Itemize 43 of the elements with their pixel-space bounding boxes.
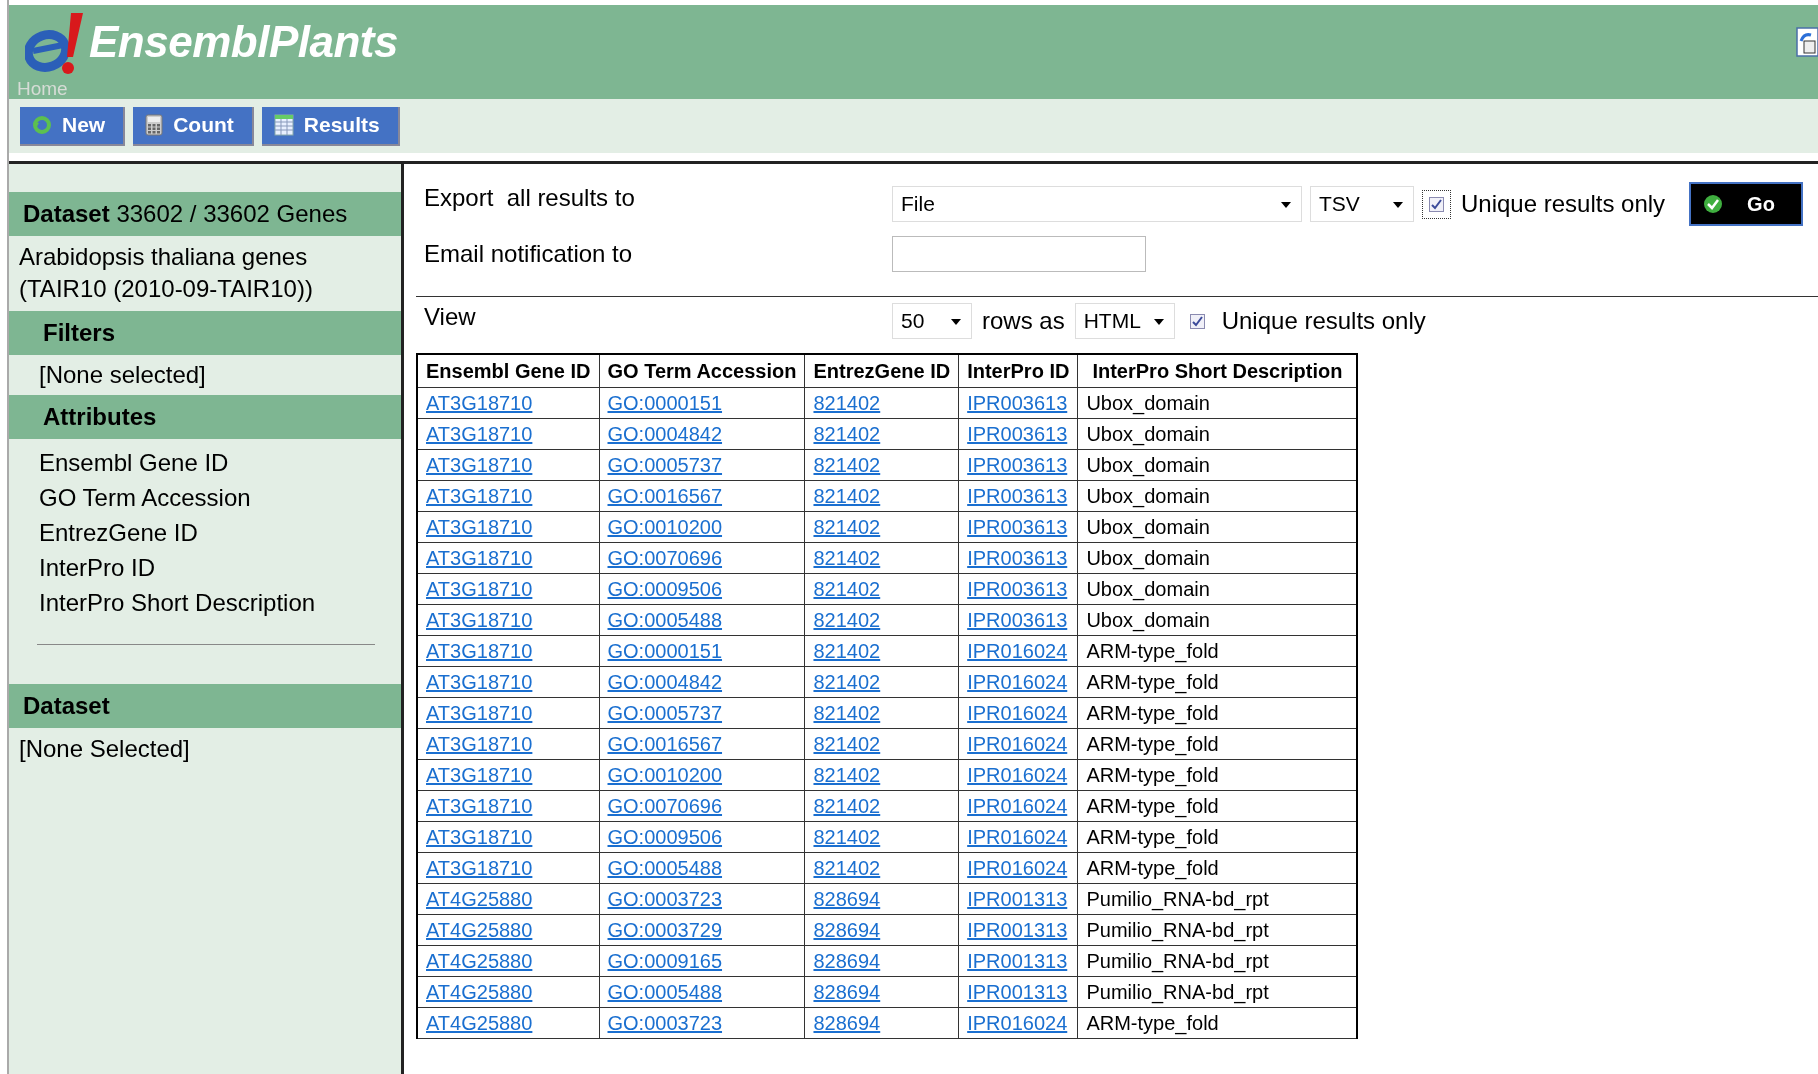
site-title: EnsemblPlants	[89, 16, 398, 68]
new-button[interactable]: New	[20, 106, 126, 146]
unique-results-label: Unique results only	[1461, 190, 1666, 218]
dataset-name: Arabidopsis thaliana genes (TAIR10 (2010-09-TAIR10))	[18, 242, 314, 304]
attribute-item: EntrezGene ID	[39, 518, 199, 548]
filters-value: [None selected]	[38, 360, 207, 390]
checkbox[interactable]	[1429, 196, 1444, 212]
destination-select[interactable]: File	[892, 186, 1302, 222]
attribute-item: InterPro Short Description	[39, 588, 317, 618]
results-button[interactable]: Results	[261, 106, 400, 146]
caret-icon	[1153, 319, 1164, 325]
view-label: View	[423, 303, 477, 331]
rows-as-label: rows as	[982, 307, 1065, 335]
go-button[interactable]: Go	[1689, 182, 1803, 226]
refresh-icon	[32, 115, 52, 135]
column-header: Ensembl Gene ID	[417, 354, 599, 388]
dataset-value: [None Selected]	[18, 734, 191, 764]
count-button[interactable]: Count	[133, 106, 254, 146]
column-header: GO Term Accession	[599, 354, 805, 388]
column-header: EntrezGene ID	[804, 354, 959, 388]
dataset-summary: Dataset 33602 / 33602 Genes	[9, 192, 401, 236]
attribute-item: Ensembl Gene ID	[39, 448, 230, 478]
rows-select[interactable]: 50	[892, 303, 972, 339]
attribute-item: GO Term Accession	[39, 483, 252, 513]
checkbox[interactable]	[1189, 313, 1205, 329]
view-format-select[interactable]: HTML	[1074, 303, 1175, 339]
attributes-heading[interactable]: Attributes	[9, 395, 401, 439]
filters-heading[interactable]: Filters	[9, 311, 401, 355]
format-select[interactable]: TSV	[1310, 186, 1414, 222]
check-icon	[1703, 194, 1724, 214]
attribute-item: InterPro ID	[39, 553, 157, 583]
email-field[interactable]	[892, 236, 1146, 272]
export-label: Export all results to	[423, 183, 636, 212]
caret-icon	[1393, 202, 1403, 208]
dataset-heading[interactable]: Dataset	[9, 684, 401, 728]
email-label: Email notification to	[423, 240, 634, 268]
calculator-icon	[145, 114, 164, 136]
caret-icon	[951, 319, 961, 325]
column-header: InterPro ID	[958, 354, 1078, 388]
table-icon	[273, 114, 294, 136]
unique-results-label: Unique results only	[1221, 307, 1426, 335]
column-header: InterPro Short Description	[1077, 354, 1358, 388]
caret-icon	[1281, 202, 1291, 208]
